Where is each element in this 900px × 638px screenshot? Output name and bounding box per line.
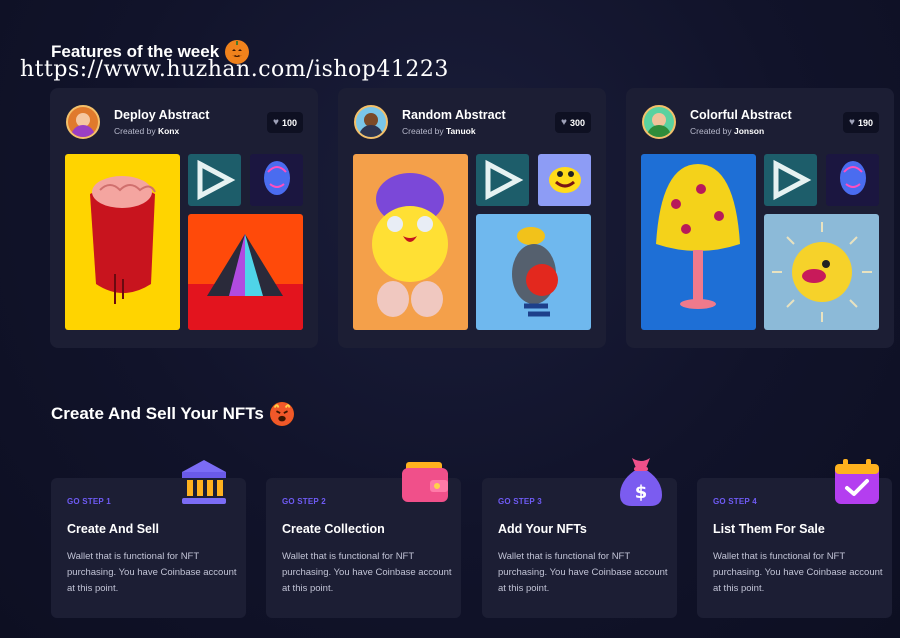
avatar xyxy=(66,105,100,139)
feature-creator: Created by Jonson xyxy=(690,126,765,136)
step-label[interactable]: GO STEP 1 xyxy=(67,497,111,506)
step-title: Add Your NFTs xyxy=(498,522,587,536)
nft-image-small[interactable] xyxy=(188,154,241,206)
nft-image-small[interactable] xyxy=(764,154,817,206)
step-description: Wallet that is functional for NFT purcha… xyxy=(67,551,237,594)
like-button[interactable]: ♥ 300 xyxy=(555,112,591,133)
bank-icon xyxy=(182,460,226,504)
feature-creator: Created by Tanuok xyxy=(402,126,476,136)
wallet-icon xyxy=(402,462,448,502)
like-count: 190 xyxy=(857,117,873,128)
creator-name[interactable]: Jonson xyxy=(734,126,764,136)
nft-image-medium[interactable] xyxy=(764,214,879,330)
feature-title: Colorful Abstract xyxy=(690,108,792,122)
step-description: Wallet that is functional for NFT purcha… xyxy=(713,551,883,594)
step-label[interactable]: GO STEP 3 xyxy=(498,497,542,506)
step-title: Create Collection xyxy=(282,522,385,536)
nft-image-small[interactable] xyxy=(476,154,529,206)
avatar xyxy=(354,105,388,139)
watermark-url: https://www.huzhan.com/ishop41223 xyxy=(20,57,449,82)
nft-image-small[interactable] xyxy=(826,154,879,206)
nft-image-medium[interactable] xyxy=(188,214,303,330)
step-description: Wallet that is functional for NFT purcha… xyxy=(498,551,668,594)
step-description: Wallet that is functional for NFT purcha… xyxy=(282,551,452,594)
feature-card[interactable]: Deploy Abstract Created by Konx ♥ 100 xyxy=(50,88,318,348)
feature-creator: Created by Konx xyxy=(114,126,180,136)
fire-face-icon xyxy=(269,402,294,426)
money-bag-icon: $ xyxy=(620,458,662,506)
heart-icon: ♥ xyxy=(561,117,567,128)
avatar xyxy=(642,105,676,139)
feature-card[interactable]: Random Abstract Created by Tanuok ♥ 300 xyxy=(338,88,606,348)
nft-image-main[interactable] xyxy=(641,154,756,330)
step-card[interactable]: GO STEP 4 List Them For Sale Wallet that… xyxy=(697,459,892,618)
heart-icon: ♥ xyxy=(849,117,855,128)
heart-icon: ♥ xyxy=(273,117,279,128)
feature-title: Deploy Abstract xyxy=(114,108,210,122)
nft-image-medium[interactable] xyxy=(476,214,591,330)
create-section-title: Create And Sell Your NFTs xyxy=(51,402,294,426)
like-button[interactable]: ♥ 190 xyxy=(843,112,879,133)
create-title-text: Create And Sell Your NFTs xyxy=(51,404,264,423)
step-label[interactable]: GO STEP 2 xyxy=(282,497,326,506)
step-title: List Them For Sale xyxy=(713,522,825,536)
svg-text:$: $ xyxy=(635,482,648,503)
nft-image-main[interactable] xyxy=(65,154,180,330)
step-card[interactable]: GO STEP 1 Create And Sell Wallet that is… xyxy=(51,460,246,618)
step-title: Create And Sell xyxy=(67,522,159,536)
nft-image-main[interactable] xyxy=(353,154,468,330)
step-card[interactable]: GO STEP 2 Create Collection Wallet that … xyxy=(266,462,461,618)
like-button[interactable]: ♥ 100 xyxy=(267,112,303,133)
like-count: 100 xyxy=(281,117,297,128)
feature-title: Random Abstract xyxy=(402,108,506,122)
step-card[interactable]: $ GO STEP 3 Add Your NFTs Wallet that is… xyxy=(482,458,677,618)
creator-name[interactable]: Konx xyxy=(158,126,179,136)
feature-card[interactable]: Colorful Abstract Created by Jonson ♥ 19… xyxy=(626,88,894,348)
creator-name[interactable]: Tanuok xyxy=(446,126,476,136)
nft-image-small[interactable] xyxy=(538,154,591,206)
nft-image-small[interactable] xyxy=(250,154,303,206)
step-label[interactable]: GO STEP 4 xyxy=(713,497,757,506)
like-count: 300 xyxy=(569,117,585,128)
calendar-check-icon xyxy=(835,459,879,504)
